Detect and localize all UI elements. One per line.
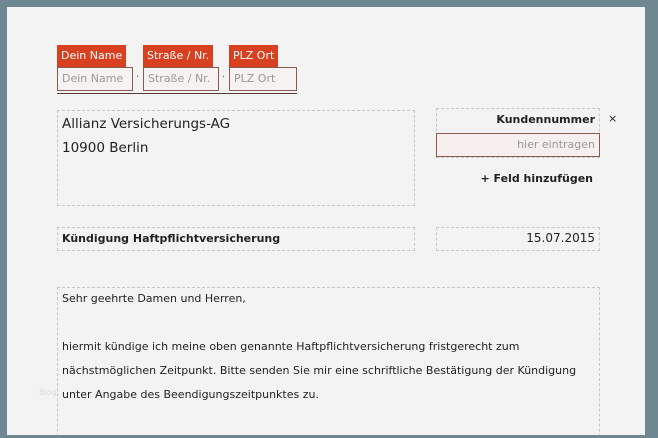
name-input[interactable]: Dein Name: [57, 67, 133, 91]
body-line: hiermit kündige ich meine oben genannte …: [62, 340, 520, 353]
customer-number-box: Kundennummer hier eintragen: [436, 108, 600, 158]
recipient-address-box[interactable]: Allianz Versicherungs-AG 10900 Berlin: [57, 110, 415, 206]
city-label: PLZ Ort: [229, 45, 279, 67]
date-box[interactable]: 15.07.2015: [436, 227, 600, 251]
street-label: Straße / Nr.: [143, 45, 214, 67]
body-line: nächstmöglichen Zeitpunkt. Bitte senden …: [62, 364, 577, 377]
recipient-line-1: Allianz Versicherungs-AG: [62, 116, 231, 132]
customer-number-label: Kundennummer: [496, 113, 595, 126]
name-label: Dein Name: [57, 45, 127, 67]
recipient-line-2: 10900 Berlin: [62, 140, 149, 156]
letter-body-box[interactable]: Sehr geehrte Damen und Herren, hiermit k…: [57, 287, 600, 435]
add-field-button[interactable]: + Feld hinzufügen: [481, 172, 594, 185]
separator: ·: [222, 72, 226, 83]
watermark: Blog: [39, 388, 57, 397]
separator: ·: [136, 72, 140, 83]
customer-number-input[interactable]: hier eintragen: [436, 133, 600, 157]
date-text: 15.07.2015: [526, 231, 595, 245]
subject-text: Kündigung Haftpflichtversicherung: [62, 232, 281, 245]
body-line: unter Angabe des Beendigungszeitpunktes …: [62, 388, 319, 401]
greeting: Sehr geehrte Damen und Herren,: [62, 292, 246, 305]
letter-page: Dein Name Straße / Nr. PLZ Ort Dein Name…: [7, 7, 645, 435]
subject-box[interactable]: Kündigung Haftpflichtversicherung: [57, 227, 415, 251]
city-input[interactable]: PLZ Ort: [229, 67, 297, 91]
sender-underline: [57, 93, 297, 94]
street-input[interactable]: Straße / Nr.: [143, 67, 219, 91]
close-icon[interactable]: ×: [608, 112, 617, 125]
